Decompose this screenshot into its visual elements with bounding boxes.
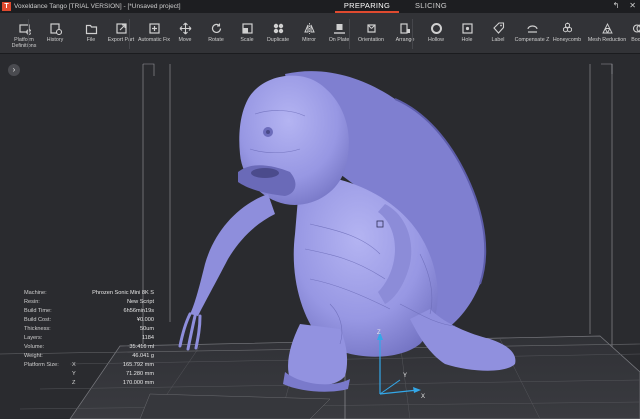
compensate-z-button[interactable]: Compensate Z	[514, 13, 550, 53]
move-arrows-icon	[178, 21, 192, 35]
mesh-reduction-icon	[600, 21, 614, 35]
info-key: Build Cost:	[24, 317, 52, 323]
compensate-icon	[525, 21, 539, 35]
info-value: 71.280 mm	[126, 371, 154, 377]
info-row: Resin: New Script	[24, 298, 154, 307]
toolbar-separator	[129, 19, 130, 49]
info-axis: Y	[72, 371, 76, 377]
on-plate-icon	[332, 21, 346, 35]
scale-icon	[240, 21, 254, 35]
toolbar-separator	[412, 19, 413, 49]
info-value: Phrozen Sonic Mini 8K S	[92, 290, 154, 296]
info-axis: Z	[72, 380, 76, 386]
info-value: 50um	[140, 326, 154, 332]
window-controls: ↰ ✕	[613, 1, 636, 10]
rotate-icon	[209, 21, 223, 35]
info-value: 35.416 ml	[129, 344, 154, 350]
model-info-panel: Machine: Phrozen Sonic Mini 8K S Resin: New…	[24, 289, 154, 388]
info-row: Layers: 1184	[24, 334, 154, 343]
history-icon	[48, 21, 62, 35]
app-logo-icon: T	[2, 2, 11, 11]
toolbar: Platform Definitions History File Export Pa…	[0, 13, 640, 54]
info-key: Thickness:	[24, 326, 51, 332]
info-value: ¥0.000	[136, 317, 154, 323]
info-row: Build Cost: ¥0.000	[24, 316, 154, 325]
arrange-icon	[398, 21, 412, 35]
info-key: Layers:	[24, 335, 43, 341]
info-value: New Script	[126, 299, 154, 305]
info-value: 165.792 mm	[122, 362, 154, 368]
boolean-icon	[631, 21, 640, 35]
tool-label: Compensate Z	[514, 37, 550, 43]
info-axis: X	[72, 362, 76, 368]
info-value: 46.041 g	[132, 353, 154, 359]
orientation-icon	[364, 21, 378, 35]
info-row: Y 71.280 mm	[24, 370, 154, 379]
toolbar-separator	[349, 19, 350, 49]
info-key: Platform Size:	[24, 362, 59, 368]
close-icon[interactable]: ✕	[629, 1, 636, 10]
3d-viewport[interactable]: Z Y X › Machine: Phrozen Sonic Mini 8K S R…	[0, 54, 640, 419]
info-key: Machine:	[24, 290, 47, 296]
duplicate-icon	[271, 21, 285, 35]
toolbar-separator	[28, 19, 29, 49]
info-value: 1184	[141, 335, 154, 341]
info-row: Machine: Phrozen Sonic Mini 8K S	[24, 289, 154, 298]
expand-panel-button[interactable]: ›	[8, 64, 20, 76]
export-icon	[114, 21, 128, 35]
tag-icon	[491, 21, 505, 35]
honeycomb-icon	[560, 21, 574, 35]
tab-preparing[interactable]: PREPARING	[335, 0, 399, 13]
mode-tabs: PREPARING SLICING	[335, 0, 463, 13]
info-key: Build Time:	[24, 308, 52, 314]
info-value: 6h56min19s	[123, 308, 154, 314]
info-key: Weight:	[24, 353, 43, 359]
on-plate-button[interactable]: On Plate	[321, 13, 357, 53]
export-part-button[interactable]: Export Part	[103, 13, 139, 53]
info-row: Volume: 35.416 ml	[24, 343, 154, 352]
info-row: Weight: 46.041 g	[24, 352, 154, 361]
x-axis-label: X	[421, 394, 425, 400]
info-row: Platform Size: X 165.792 mm	[24, 361, 154, 370]
restore-icon[interactable]: ↰	[613, 1, 620, 10]
info-row: Z 170.000 mm	[24, 379, 154, 388]
z-axis-label: Z	[377, 330, 381, 336]
tool-label: Honeycomb	[552, 37, 582, 43]
window-title: Voxeldance Tango [TRIAL VERSION] - [*Uns…	[14, 3, 181, 10]
title-bar: T Voxeldance Tango [TRIAL VERSION] - [*U…	[0, 0, 640, 13]
tool-label: History	[46, 37, 64, 43]
info-value: 170.000 mm	[122, 380, 154, 386]
history-button[interactable]: History	[37, 13, 73, 53]
plus-box-icon	[147, 21, 161, 35]
info-row: Thickness: 50um	[24, 325, 154, 334]
folder-icon	[84, 21, 98, 35]
hole-icon	[460, 21, 474, 35]
honeycomb-button[interactable]: Honeycomb	[549, 13, 585, 53]
label-button[interactable]: Label	[480, 13, 516, 53]
mirror-icon	[302, 21, 316, 35]
info-key: Volume:	[24, 344, 45, 350]
y-axis-label: Y	[403, 373, 407, 379]
info-key: Resin:	[24, 299, 40, 305]
tool-label: Boole	[631, 37, 640, 43]
info-row: Build Time: 6h56min19s	[24, 307, 154, 316]
orientation-button[interactable]: Orientation	[353, 13, 389, 53]
tab-slicing[interactable]: SLICING	[399, 0, 463, 13]
hollow-circle-icon	[429, 21, 443, 35]
boolean-button[interactable]: Boole	[620, 13, 640, 53]
